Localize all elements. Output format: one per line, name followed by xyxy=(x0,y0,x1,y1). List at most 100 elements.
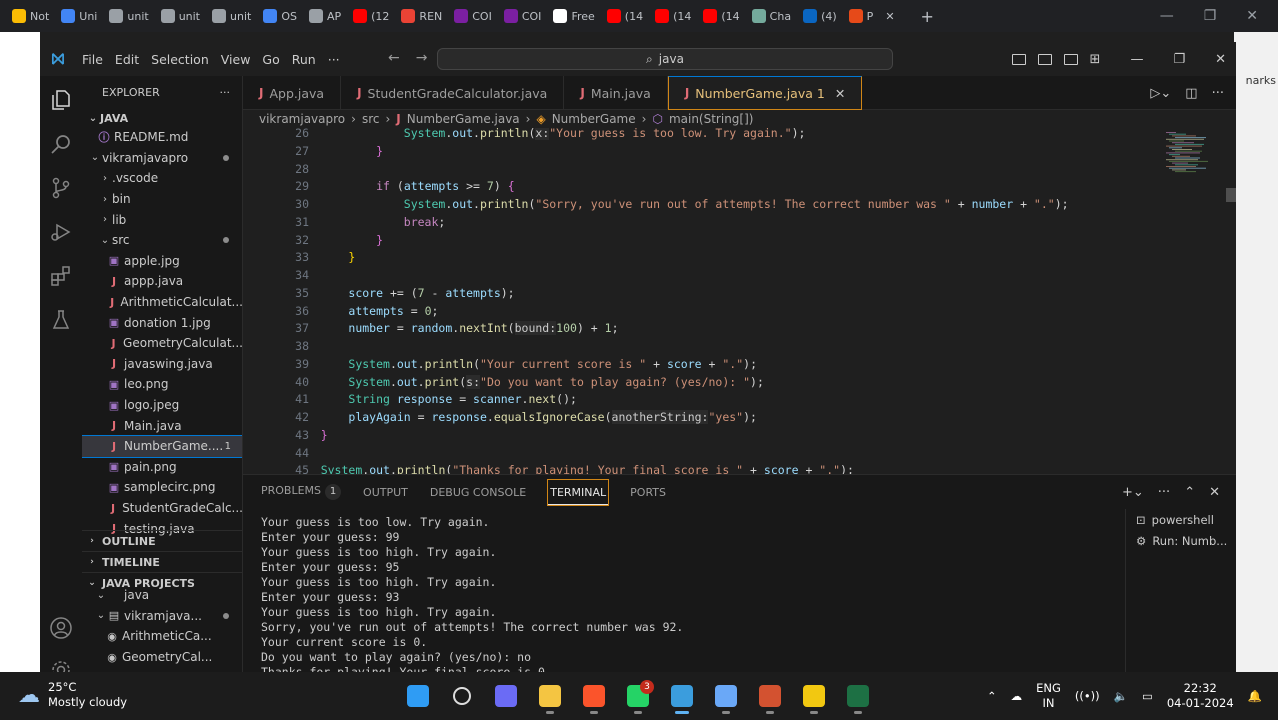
close-tab-icon[interactable]: ✕ xyxy=(835,86,845,101)
vertical-scrollbar[interactable] xyxy=(1226,188,1236,202)
browser-tab[interactable]: COI xyxy=(448,0,498,32)
tree-file[interactable]: ▣ donation 1.jpg xyxy=(82,312,242,333)
browser-tab[interactable]: Not xyxy=(6,0,55,32)
menu-item[interactable]: File xyxy=(76,52,109,67)
tree-folder[interactable]: ⌄ vikramjavapro xyxy=(82,148,242,169)
terminal-output[interactable]: Your guess is too low. Try again. Enter y… xyxy=(261,515,1121,673)
tree-folder[interactable]: › .vscode xyxy=(82,168,242,189)
browser-tab[interactable]: (4) xyxy=(797,0,843,32)
command-center-search[interactable]: ⌕ java xyxy=(437,48,893,70)
source-control-icon[interactable] xyxy=(49,176,73,200)
testing-icon[interactable] xyxy=(49,308,73,332)
browser-tab[interactable]: COI xyxy=(498,0,548,32)
input-language[interactable]: ENG IN xyxy=(1036,681,1061,711)
project-item[interactable]: ⌄ java xyxy=(82,585,242,606)
new-tab-icon[interactable]: + xyxy=(915,0,940,32)
excel-taskbar-button[interactable] xyxy=(840,678,876,714)
workspace-root[interactable]: ⌄ JAVA xyxy=(82,108,242,129)
tree-folder[interactable]: › bin xyxy=(82,189,242,210)
minimize-icon[interactable]: — xyxy=(1160,8,1174,24)
editor-tab[interactable]: J App.java xyxy=(243,76,342,110)
browser-tab[interactable]: unit xyxy=(155,0,206,32)
tree-file[interactable]: ▣ pain.png xyxy=(82,457,242,478)
menu-item[interactable]: ··· xyxy=(322,52,346,67)
breadcrumb-item[interactable]: main(String[]) xyxy=(669,112,754,126)
toggle-panel-icon[interactable] xyxy=(1037,53,1052,65)
wifi-icon[interactable]: ((•)) xyxy=(1075,689,1100,703)
whatsapp-taskbar-button[interactable]: 3 xyxy=(620,678,656,714)
browser-tab[interactable]: unit xyxy=(206,0,257,32)
minimize-icon[interactable]: — xyxy=(1130,52,1143,67)
powerpoint-taskbar-button[interactable] xyxy=(752,678,788,714)
restore-icon[interactable]: ❐ xyxy=(1173,52,1185,67)
windows-start-taskbar-button[interactable] xyxy=(400,678,436,714)
clock[interactable]: 22:32 04-01-2024 xyxy=(1167,681,1234,711)
outline-section[interactable]: › OUTLINE xyxy=(82,530,242,551)
tree-folder[interactable]: › lib xyxy=(82,209,242,230)
close-icon[interactable]: ✕ xyxy=(1215,52,1226,67)
file-explorer-taskbar-button[interactable] xyxy=(532,678,568,714)
maximize-panel-icon[interactable]: ⌃ xyxy=(1184,485,1195,500)
weather-widget[interactable]: ☁ 25°C Mostly cloudy xyxy=(18,680,127,710)
restore-icon[interactable]: ❐ xyxy=(1204,8,1217,24)
menu-item[interactable]: Run xyxy=(286,52,322,67)
tree-folder[interactable]: ⌄ src xyxy=(82,230,242,251)
breadcrumb-item[interactable]: vikramjavapro xyxy=(259,112,345,126)
power-bi-taskbar-button[interactable] xyxy=(796,678,832,714)
panel-tab[interactable]: DEBUG CONSOLE xyxy=(430,486,526,499)
browser-tab[interactable]: (14 xyxy=(601,0,649,32)
tree-file[interactable]: ▣ leo.png xyxy=(82,374,242,395)
tree-file[interactable]: J GeometryCalculat... xyxy=(82,333,242,354)
notification-bell-icon[interactable]: 🔔 xyxy=(1248,689,1262,703)
terminal-instance[interactable]: ⚙ Run: Numb... xyxy=(1126,530,1236,551)
tree-file[interactable]: ⓘ README.md xyxy=(82,127,242,148)
run-play-icon[interactable]: ▷⌄ xyxy=(1150,86,1171,101)
new-terminal-icon[interactable]: +⌄ xyxy=(1122,485,1144,500)
run-debug-icon[interactable] xyxy=(49,220,73,244)
tree-file[interactable]: ▣ samplecirc.png xyxy=(82,477,242,498)
search-taskbar-button[interactable] xyxy=(444,678,480,714)
vscode-taskbar-button[interactable] xyxy=(664,678,700,714)
tree-file[interactable]: Jjavaswing.java xyxy=(82,354,242,375)
explorer-icon[interactable] xyxy=(49,88,73,112)
menu-item[interactable]: Selection xyxy=(145,52,215,67)
menu-item[interactable]: Edit xyxy=(109,52,145,67)
browser-tab[interactable]: (14 xyxy=(697,0,745,32)
browser-tab[interactable]: AP xyxy=(303,0,347,32)
editor-tab[interactable]: J StudentGradeCalculator.java xyxy=(341,76,565,110)
browser-tab[interactable]: OS xyxy=(257,0,303,32)
breadcrumb-item[interactable]: NumberGame xyxy=(552,112,636,126)
toggle-secondary-sidebar-icon[interactable] xyxy=(1063,53,1078,65)
panel-tab[interactable]: PORTS xyxy=(630,486,666,499)
browser-tab[interactable]: Free xyxy=(547,0,600,32)
editor-tab[interactable]: J NumberGame.java 1 ✕ xyxy=(667,76,863,110)
battery-icon[interactable]: ▭ xyxy=(1142,689,1153,703)
browser-tab[interactable]: P xyxy=(843,0,880,32)
project-item[interactable]: ◉ ArithmeticCa... xyxy=(82,626,242,647)
panel-tab[interactable]: PROBLEMS 1 xyxy=(261,484,342,500)
brave-browser-taskbar-button[interactable] xyxy=(576,678,612,714)
nav-arrows[interactable]: ←→ xyxy=(388,50,443,66)
close-icon[interactable]: ✕ xyxy=(1246,8,1258,24)
project-item[interactable]: ⌄ ▤ vikramjava... xyxy=(82,606,242,627)
browser-tab[interactable]: REN xyxy=(395,0,448,32)
tree-file[interactable]: ▣ logo.jpeg xyxy=(82,395,242,416)
timeline-section[interactable]: › TIMELINE xyxy=(82,551,242,572)
tree-file[interactable]: J ArithmeticCalculat... xyxy=(82,292,242,313)
browser-tab[interactable]: (12 xyxy=(347,0,395,32)
close-panel-icon[interactable]: ✕ xyxy=(1209,485,1220,500)
extensions-icon[interactable] xyxy=(49,264,73,288)
browser-tab[interactable]: Cha xyxy=(746,0,797,32)
customize-layout-icon[interactable]: ⊞ xyxy=(1090,52,1101,67)
toggle-sidebar-icon[interactable] xyxy=(1011,53,1026,65)
split-editor-icon[interactable]: ◫ xyxy=(1185,86,1197,101)
breadcrumb-item[interactable]: NumberGame.java xyxy=(407,112,520,126)
onedrive-cloud-icon[interactable]: ☁ xyxy=(1011,689,1023,703)
tree-file[interactable]: J Main.java xyxy=(82,415,242,436)
account-icon[interactable] xyxy=(49,616,73,640)
breadcrumb-item[interactable]: src xyxy=(362,112,380,126)
tree-file[interactable]: J NumberGame.... 1 xyxy=(82,435,242,458)
meet-taskbar-button[interactable] xyxy=(488,678,524,714)
close-tab-icon[interactable]: ✕ xyxy=(879,0,900,32)
chevron-up-icon[interactable]: ⌃ xyxy=(987,689,997,703)
